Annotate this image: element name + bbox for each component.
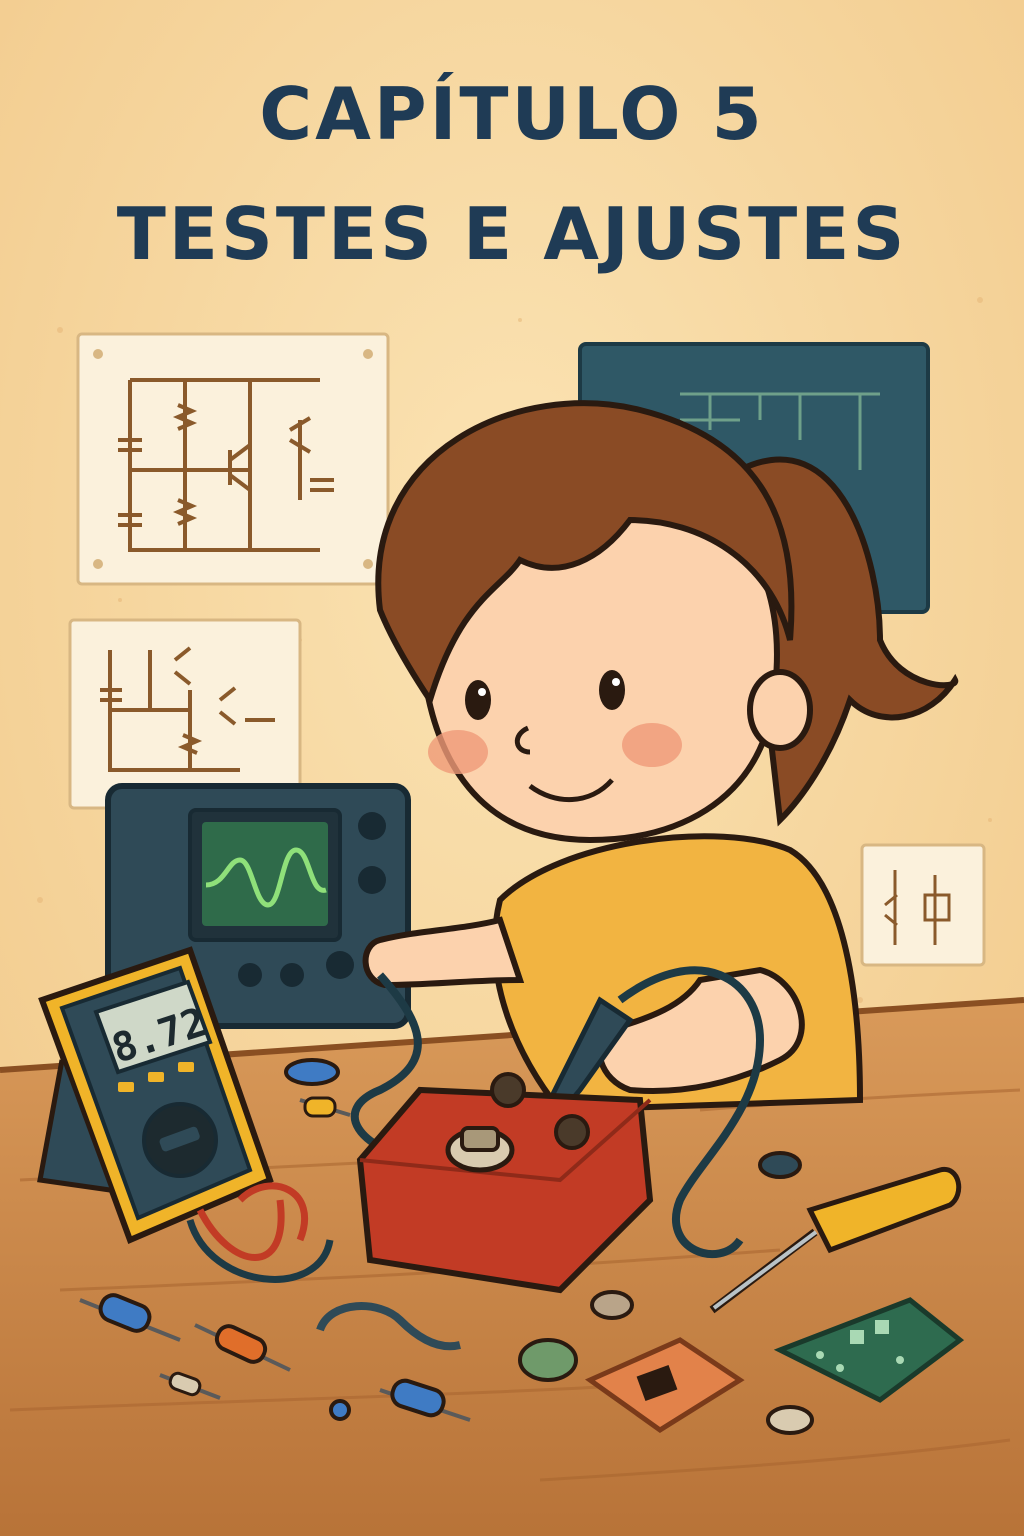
scope-knob bbox=[238, 963, 262, 987]
chapter-number: CAPÍTULO 5 bbox=[259, 72, 765, 156]
scope-knob bbox=[358, 812, 386, 840]
scope-knob bbox=[326, 951, 354, 979]
pedal-knob bbox=[490, 1072, 526, 1108]
schematic-poster-2 bbox=[68, 618, 302, 810]
pedal-knob bbox=[554, 1114, 590, 1150]
left-eye bbox=[465, 680, 491, 720]
ear bbox=[747, 669, 813, 751]
right-cheek bbox=[622, 723, 682, 767]
circuit-note-card bbox=[860, 843, 986, 967]
right-eye bbox=[599, 670, 625, 710]
scope-knob bbox=[280, 963, 304, 987]
chapter-title: TESTES E AJUSTES bbox=[116, 192, 908, 276]
cover-illustration: 8.72 CAPÍTULO 5 TESTES E AJUSTES bbox=[0, 0, 1024, 1536]
left-cheek bbox=[428, 730, 488, 774]
scope-knob bbox=[358, 866, 386, 894]
schematic-poster-1 bbox=[76, 332, 390, 586]
